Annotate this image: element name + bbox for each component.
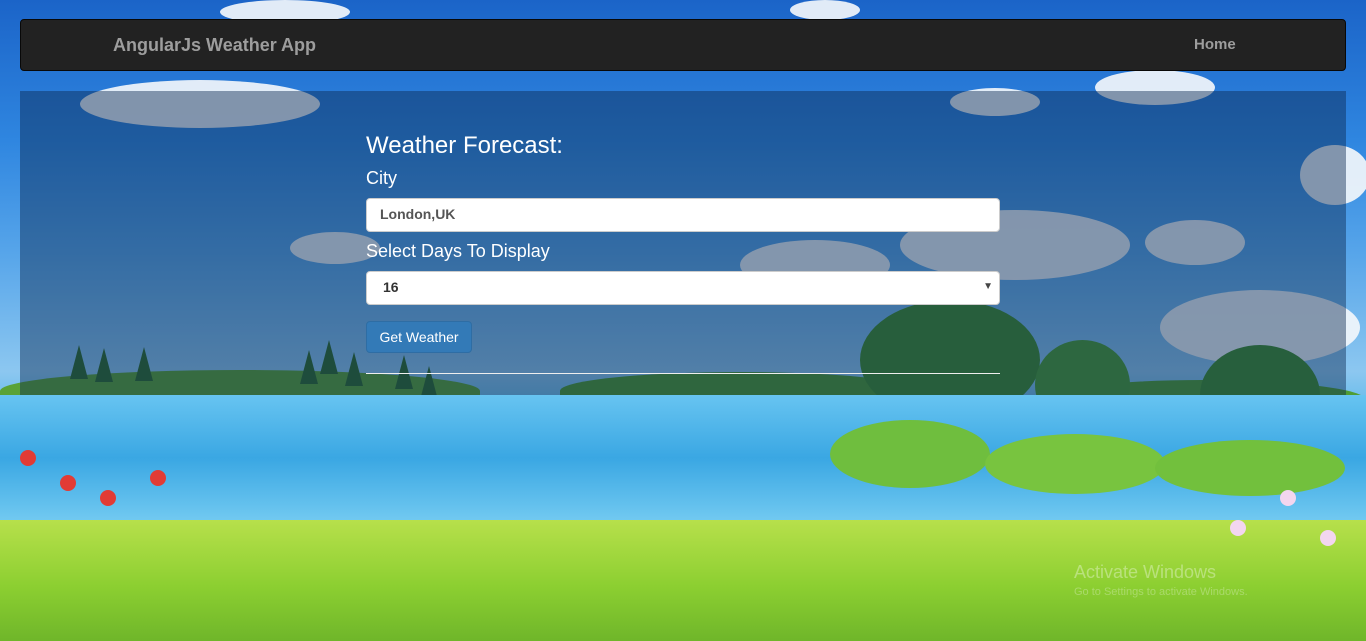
days-select-value: 16: [383, 279, 399, 295]
flower: [100, 490, 116, 506]
city-label: City: [366, 168, 397, 188]
divider: [366, 373, 1000, 374]
days-select[interactable]: 16 ▼: [366, 271, 1000, 305]
content-panel: [20, 91, 1346, 395]
island: [830, 420, 990, 488]
nav-home-link[interactable]: Home: [1194, 36, 1236, 53]
flower: [150, 470, 166, 486]
get-weather-button[interactable]: Get Weather: [366, 321, 472, 353]
page-title: Weather Forecast:: [366, 132, 563, 159]
cloud: [790, 0, 860, 20]
flower: [20, 450, 36, 466]
flower: [1230, 520, 1246, 536]
flower: [60, 475, 76, 491]
chevron-down-icon: ▼: [983, 281, 993, 292]
flower: [1320, 530, 1336, 546]
navbar: AngularJs Weather App Home: [20, 19, 1346, 71]
island: [1155, 440, 1345, 496]
days-label: Select Days To Display: [366, 241, 550, 261]
os-watermark-subtitle: Go to Settings to activate Windows.: [1074, 586, 1248, 598]
flower: [1280, 490, 1296, 506]
brand-title[interactable]: AngularJs Weather App: [113, 35, 316, 56]
os-watermark: Activate Windows: [1074, 562, 1217, 582]
island: [985, 434, 1165, 494]
city-input[interactable]: London,UK: [366, 198, 1000, 232]
